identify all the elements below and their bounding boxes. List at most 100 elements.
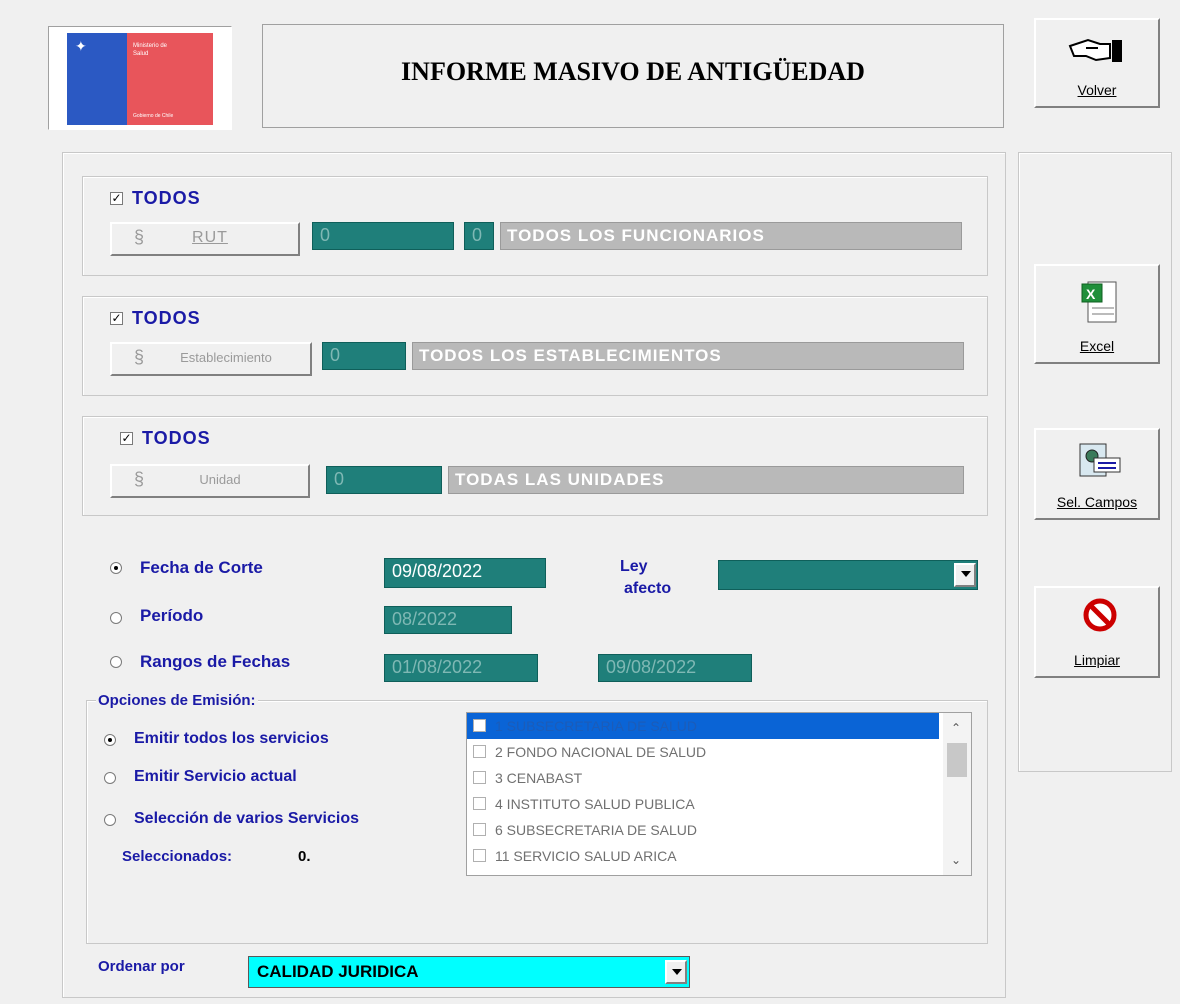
list-item[interactable]: 2 FONDO NACIONAL DE SALUD (467, 739, 971, 765)
seleccionados-label: Seleccionados: (122, 848, 233, 865)
fecha-corte-label: Fecha de Corte (140, 558, 263, 577)
seleccion-varios-radio[interactable] (104, 814, 116, 826)
establecimiento-description-field: TODOS LOS ESTABLECIMIENTOS (412, 342, 964, 370)
seleccionados-value: 0. (298, 848, 311, 865)
rut-button-label: RUT (192, 229, 228, 246)
ley-label-line1: Ley (620, 558, 648, 575)
ley-select[interactable] (718, 560, 978, 590)
list-item-checkbox[interactable] (473, 745, 486, 758)
list-item-checkbox[interactable] (473, 771, 486, 784)
ordenar-dropdown-button[interactable] (665, 960, 687, 984)
establecimiento-code-field[interactable]: 0 (322, 342, 406, 370)
fecha-corte-input[interactable]: 09/08/2022 (384, 558, 546, 588)
search-icon: § (134, 347, 145, 367)
volver-label: Volver (1077, 82, 1117, 98)
sel-campos-button[interactable]: Sel. Campos (1034, 428, 1160, 520)
logo: ✦ Ministerio de Salud Gobierno de Chile (67, 33, 213, 125)
periodo-radio[interactable] (110, 612, 122, 624)
list-item-label: 2 FONDO NACIONAL DE SALUD (495, 744, 707, 760)
list-item[interactable]: 3 CENABAST (467, 765, 971, 791)
rut-todos-checkbox[interactable]: ✓ (110, 192, 123, 205)
emision-group-label: Opciones de Emisión: (96, 692, 258, 709)
list-item-checkbox[interactable] (473, 719, 486, 732)
establecimiento-todos-label: TODOS (132, 308, 201, 328)
list-item-checkbox[interactable] (473, 797, 486, 810)
rut-button[interactable]: § RUT (110, 222, 300, 256)
chevron-down-icon (672, 969, 682, 975)
list-item[interactable]: 4 INSTITUTO SALUD PUBLICA (467, 791, 971, 817)
establecimiento-button-label: Establecimiento (180, 350, 272, 365)
list-item[interactable]: 1 SUBSECRETARIA DE SALUD (467, 713, 939, 739)
periodo-value: 08/2022 (392, 609, 458, 629)
chevron-down-icon[interactable]: ⌄ (951, 853, 961, 867)
list-scrollbar[interactable]: ⌃ ⌄ (943, 713, 971, 875)
svg-text:X: X (1086, 286, 1096, 302)
unidad-code-field[interactable]: 0 (326, 466, 442, 494)
establecimiento-todos-checkbox[interactable]: ✓ (110, 312, 123, 325)
list-item-checkbox[interactable] (473, 849, 486, 862)
ley-label-line2: afecto (624, 580, 672, 597)
no-sign-icon (1083, 598, 1117, 632)
pointing-hand-icon (1066, 34, 1130, 64)
limpiar-button[interactable]: Limpiar (1034, 586, 1160, 678)
logo-text-bottom: Gobierno de Chile (133, 113, 174, 119)
establecimiento-code-value: 0 (330, 345, 341, 365)
logo-text-line1: Ministerio de (133, 43, 168, 49)
search-icon: § (134, 469, 145, 489)
fecha-corte-radio[interactable] (110, 562, 122, 574)
list-item-label: 1 SUBSECRETARIA DE SALUD (495, 718, 698, 734)
excel-button[interactable]: X Excel (1034, 264, 1160, 364)
unidad-description-field: TODAS LAS UNIDADES (448, 466, 964, 494)
periodo-input[interactable]: 08/2022 (384, 606, 512, 634)
search-icon: § (134, 227, 145, 247)
unidad-button-label: Unidad (199, 472, 241, 487)
emitir-actual-label: Emitir Servicio actual (134, 768, 297, 785)
rut-code1-value: 0 (320, 225, 331, 245)
list-item-checkbox[interactable] (473, 823, 486, 836)
unidad-todos-label: TODOS (142, 428, 211, 448)
list-item[interactable]: 6 SUBSECRETARIA DE SALUD (467, 817, 971, 843)
chevron-down-icon (961, 571, 971, 577)
services-items: 1 SUBSECRETARIA DE SALUD 2 FONDO NACIONAL… (467, 713, 971, 869)
fields-icon (1076, 438, 1124, 482)
ley-dropdown-button[interactable] (954, 563, 976, 587)
emitir-todos-radio[interactable] (104, 734, 116, 746)
ordenar-select[interactable]: CALIDAD JURIDICA (248, 956, 690, 988)
ley-value (719, 566, 725, 583)
services-list[interactable]: 1 SUBSECRETARIA DE SALUD 2 FONDO NACIONAL… (466, 712, 972, 876)
logo-frame: ✦ Ministerio de Salud Gobierno de Chile (48, 26, 232, 130)
rango-desde-input[interactable]: 01/08/2022 (384, 654, 538, 682)
scroll-thumb[interactable] (947, 743, 967, 777)
limpiar-label: Limpiar (1074, 652, 1120, 668)
emitir-todos-label: Emitir todos los servicios (134, 730, 329, 747)
list-item-label: 6 SUBSECRETARIA DE SALUD (495, 822, 698, 838)
rango-desde-value: 01/08/2022 (392, 657, 483, 677)
page-title: INFORME MASIVO DE ANTIGÜEDAD (401, 57, 865, 86)
unidad-button[interactable]: § Unidad (110, 464, 310, 498)
unidad-code-value: 0 (334, 469, 345, 489)
rut-description-field: TODOS LOS FUNCIONARIOS (500, 222, 962, 250)
rut-code2-value: 0 (472, 225, 483, 245)
ordenar-value: CALIDAD JURIDICA (257, 962, 419, 981)
rangos-fechas-label: Rangos de Fechas (140, 652, 291, 671)
sel-campos-label: Sel. Campos (1056, 494, 1138, 510)
chevron-up-icon[interactable]: ⌃ (951, 721, 961, 735)
rango-hasta-input[interactable]: 09/08/2022 (598, 654, 752, 682)
rangos-fechas-radio[interactable] (110, 656, 122, 668)
rango-hasta-value: 09/08/2022 (606, 657, 697, 677)
establecimiento-button[interactable]: § Establecimiento (110, 342, 312, 376)
title-panel: INFORME MASIVO DE ANTIGÜEDAD (262, 24, 1004, 128)
excel-icon: X (1080, 278, 1120, 326)
volver-button[interactable]: Volver (1034, 18, 1160, 108)
list-item-label: 4 INSTITUTO SALUD PUBLICA (495, 796, 695, 812)
unidad-todos-checkbox[interactable]: ✓ (120, 432, 133, 445)
ordenar-label: Ordenar por (98, 958, 185, 975)
logo-text-line2: Salud (133, 51, 149, 57)
seleccion-varios-label: Selección de varios Servicios (134, 810, 360, 827)
rut-code1-field[interactable]: 0 (312, 222, 454, 250)
emitir-actual-radio[interactable] (104, 772, 116, 784)
periodo-label: Período (140, 606, 204, 625)
list-item[interactable]: 11 SERVICIO SALUD ARICA (467, 843, 971, 869)
excel-label: Excel (1079, 338, 1115, 354)
rut-code2-field[interactable]: 0 (464, 222, 494, 250)
